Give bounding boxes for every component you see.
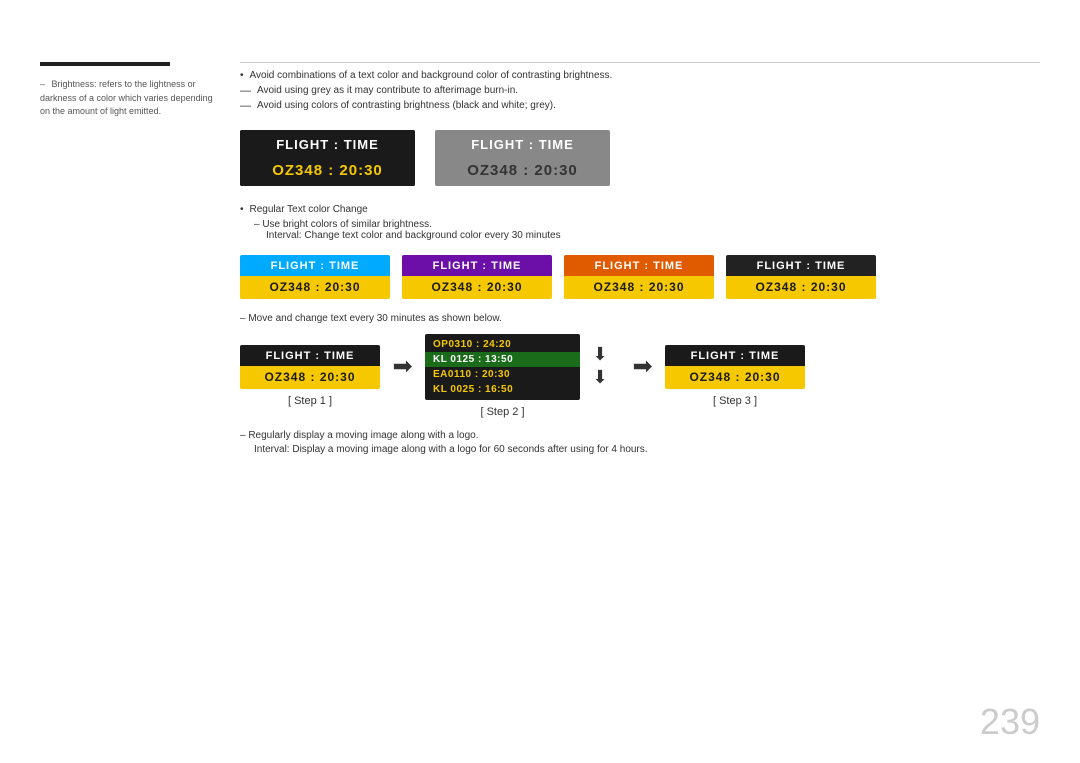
dash-item-1: — Avoid using grey as it may contribute … — [240, 85, 1040, 97]
sidebar-content: Brightness: refers to the lightness or d… — [40, 79, 213, 116]
mini-panel-purple: FLIGHT : TIME OZ348 : 20:30 — [402, 255, 552, 299]
bottom-note-2-text: Interval: Display a moving image along w… — [254, 444, 648, 455]
mini-body-blue-text: OZ348 : 20:30 — [269, 280, 360, 294]
mini-header-orange-text: FLIGHT : TIME — [595, 260, 684, 272]
bullet-dot: • — [240, 70, 244, 81]
sub-title-text: Regular Text color Change — [250, 204, 368, 215]
mini-body-purple: OZ348 : 20:30 — [402, 276, 552, 299]
arrow-2: ➡ — [620, 352, 665, 401]
arrow-1: ➡ — [380, 352, 425, 401]
bottom-note-1: – Regularly display a moving image along… — [240, 430, 1040, 441]
mini-header-dark4: FLIGHT : TIME — [726, 255, 876, 276]
mini-body-blue: OZ348 : 20:30 — [240, 276, 390, 299]
bullets-section: • Avoid combinations of a text color and… — [240, 70, 1040, 112]
mini-panel-dark4: FLIGHT : TIME OZ348 : 20:30 — [726, 255, 876, 299]
move-note-text: – Move and change text every 30 minutes … — [240, 313, 502, 324]
step-2-label: [ Step 2 ] — [480, 406, 524, 418]
main-content: • Avoid combinations of a text color and… — [240, 62, 1040, 455]
down-arrows: ⬇ ⬇ — [580, 344, 620, 408]
panel-header-gray-text: FLIGHT : TIME — [471, 137, 574, 152]
step-1-header-text: FLIGHT : TIME — [266, 350, 355, 362]
sub-title: • Regular Text color Change — [240, 204, 1040, 215]
flight-panel-dark: FLIGHT : TIME OZ348 : 20:30 — [240, 130, 415, 186]
step-3-label: [ Step 3 ] — [713, 395, 757, 407]
step-3-item: FLIGHT : TIME OZ348 : 20:30 [ Step 3 ] — [665, 345, 805, 407]
step-2-item: OP0310 : 24:20 KL 0125 : 13:50 EA0110 : … — [425, 334, 580, 418]
scroll-row-3: EA0110 : 20:30 — [425, 367, 580, 382]
dash-item-2: — Avoid using colors of contrasting brig… — [240, 100, 1040, 112]
bottom-note-1-text: – Regularly display a moving image along… — [240, 430, 478, 441]
step-1-item: FLIGHT : TIME OZ348 : 20:30 [ Step 1 ] — [240, 345, 380, 407]
scroll-row-2: KL 0125 : 13:50 — [425, 352, 580, 367]
dash-text-2: Avoid using colors of contrasting bright… — [257, 100, 556, 111]
step-3-body-text: OZ348 : 20:30 — [689, 370, 780, 384]
step-row: FLIGHT : TIME OZ348 : 20:30 [ Step 1 ] ➡… — [240, 334, 1040, 418]
mini-panel-blue: FLIGHT : TIME OZ348 : 20:30 — [240, 255, 390, 299]
mini-body-dark4-text: OZ348 : 20:30 — [755, 280, 846, 294]
dash-sym-2: — — [240, 100, 251, 112]
sub-bullet: • — [240, 204, 244, 215]
mini-header-purple-text: FLIGHT : TIME — [433, 260, 522, 272]
step-2-scroll-panel: OP0310 : 24:20 KL 0125 : 13:50 EA0110 : … — [425, 334, 580, 400]
flight-panel-gray: FLIGHT : TIME OZ348 : 20:30 — [435, 130, 610, 186]
panel-header-dark: FLIGHT : TIME — [240, 130, 415, 157]
down-arrow-2: ⬇ — [592, 367, 607, 388]
four-panels-row: FLIGHT : TIME OZ348 : 20:30 FLIGHT : TIM… — [240, 255, 1040, 299]
mini-body-dark4: OZ348 : 20:30 — [726, 276, 876, 299]
scroll-row-3-text: EA0110 : 20:30 — [433, 369, 510, 380]
step-1-body-text: OZ348 : 20:30 — [264, 370, 355, 384]
mini-header-purple: FLIGHT : TIME — [402, 255, 552, 276]
sidebar-dash: – — [40, 78, 45, 92]
bullet-text-1: Avoid combinations of a text color and b… — [250, 70, 613, 81]
step-1-label: [ Step 1 ] — [288, 395, 332, 407]
step-1-panel: FLIGHT : TIME OZ348 : 20:30 — [240, 345, 380, 389]
main-flight-panels: FLIGHT : TIME OZ348 : 20:30 FLIGHT : TIM… — [240, 130, 1040, 186]
scroll-row-1: OP0310 : 24:20 — [425, 337, 580, 352]
step-3-header-text: FLIGHT : TIME — [691, 350, 780, 362]
panel-header-dark-text: FLIGHT : TIME — [276, 137, 379, 152]
sub-dash2-text: Interval: Change text color and backgrou… — [266, 230, 561, 241]
scroll-row-4-text: KL 0025 : 16:50 — [433, 384, 513, 395]
dash-sym-1: — — [240, 85, 251, 97]
mini-header-blue: FLIGHT : TIME — [240, 255, 390, 276]
sub-section: • Regular Text color Change – Use bright… — [240, 204, 1040, 241]
sub-dash2: Interval: Change text color and backgrou… — [266, 230, 1040, 241]
down-arrow-1: ⬇ — [592, 344, 607, 365]
panel-body-dark: OZ348 : 20:30 — [240, 157, 415, 186]
bottom-notes: – Regularly display a moving image along… — [240, 430, 1040, 455]
scroll-row-1-text: OP0310 : 24:20 — [433, 339, 511, 350]
panel-body-dark-text: OZ348 : 20:30 — [272, 162, 383, 179]
sub-dash1: – Use bright colors of similar brightnes… — [254, 219, 1040, 230]
scroll-row-2-text: KL 0125 : 13:50 — [433, 354, 513, 365]
dash-text-1: Avoid using grey as it may contribute to… — [257, 85, 518, 96]
step-3-header: FLIGHT : TIME — [665, 345, 805, 366]
mini-body-purple-text: OZ348 : 20:30 — [431, 280, 522, 294]
sidebar: – Brightness: refers to the lightness or… — [40, 62, 225, 119]
panel-body-gray-text: OZ348 : 20:30 — [467, 162, 578, 179]
move-note: – Move and change text every 30 minutes … — [240, 313, 1040, 324]
step-3-body: OZ348 : 20:30 — [665, 366, 805, 389]
sub-dash1-text: – Use bright colors of similar brightnes… — [254, 219, 432, 230]
mini-panel-orange: FLIGHT : TIME OZ348 : 20:30 — [564, 255, 714, 299]
sidebar-accent-bar — [40, 62, 170, 66]
panel-body-gray: OZ348 : 20:30 — [435, 157, 610, 186]
mini-body-orange-text: OZ348 : 20:30 — [593, 280, 684, 294]
bottom-note-2: Interval: Display a moving image along w… — [254, 444, 1040, 455]
mini-header-blue-text: FLIGHT : TIME — [271, 260, 360, 272]
panel-header-gray: FLIGHT : TIME — [435, 130, 610, 157]
sidebar-text: – Brightness: refers to the lightness or… — [40, 78, 225, 119]
step-1-header: FLIGHT : TIME — [240, 345, 380, 366]
step-1-body: OZ348 : 20:30 — [240, 366, 380, 389]
mini-header-orange: FLIGHT : TIME — [564, 255, 714, 276]
page-number: 239 — [980, 701, 1040, 743]
scroll-row-4: KL 0025 : 16:50 — [425, 382, 580, 397]
mini-header-dark4-text: FLIGHT : TIME — [757, 260, 846, 272]
bullet-item-1: • Avoid combinations of a text color and… — [240, 70, 1040, 81]
mini-body-orange: OZ348 : 20:30 — [564, 276, 714, 299]
step-3-panel: FLIGHT : TIME OZ348 : 20:30 — [665, 345, 805, 389]
